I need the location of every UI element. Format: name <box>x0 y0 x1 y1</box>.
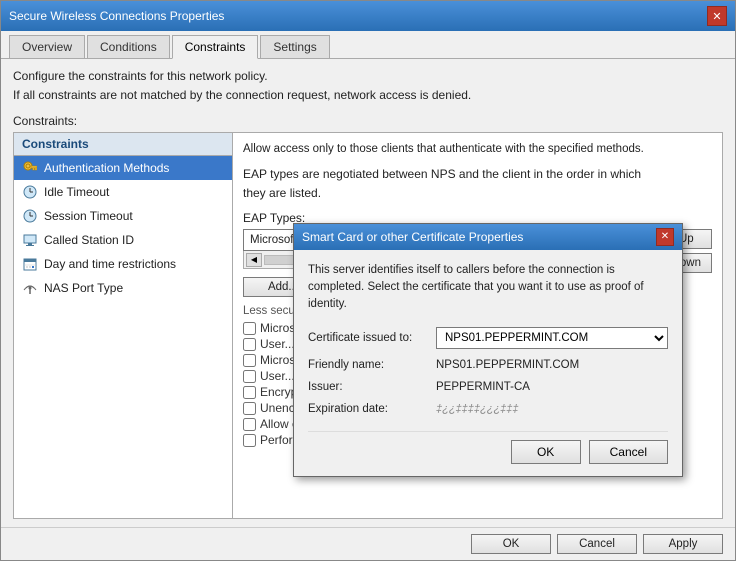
dialog-cert-issued-label: Certificate issued to: <box>308 332 428 344</box>
right-main-description: Allow access only to those clients that … <box>243 143 712 155</box>
sidebar-item-called-station[interactable]: Called Station ID <box>14 228 232 252</box>
sidebar-item-auth-methods-label: Authentication Methods <box>44 161 169 175</box>
dialog-ok-button[interactable]: OK <box>511 440 581 464</box>
dialog-friendly-name-value: NPS01.PEPPERMINT.COM <box>436 359 579 371</box>
window-title: Secure Wireless Connections Properties <box>9 9 224 23</box>
antenna-icon <box>22 280 38 296</box>
dialog-expiration-label: Expiration date: <box>308 403 428 415</box>
dialog-expiration-value: ‡¿¿‡‡‡‡¿¿¿‡‡‡ <box>436 403 519 415</box>
checkbox-ms-chap2-input[interactable] <box>243 354 256 367</box>
ok-button[interactable]: OK <box>471 534 551 554</box>
description-line1: Configure the constraints for this netwo… <box>13 69 268 83</box>
sidebar-item-day-time[interactable]: Day and time restrictions <box>14 252 232 276</box>
scroll-left-btn[interactable]: ◀ <box>246 253 262 267</box>
dialog-field-expiration: Expiration date: ‡¿¿‡‡‡‡¿¿¿‡‡‡ <box>308 403 668 415</box>
monitor-icon <box>22 232 38 248</box>
tabs-bar: Overview Conditions Constraints Settings <box>1 31 735 59</box>
apply-button[interactable]: Apply <box>643 534 723 554</box>
eap-desc-line2: they are listed. <box>243 186 321 200</box>
dialog-friendly-name-label: Friendly name: <box>308 359 428 371</box>
checkbox-perform-input[interactable] <box>243 434 256 447</box>
window-close-button[interactable]: ✕ <box>707 6 727 26</box>
title-bar: Secure Wireless Connections Properties ✕ <box>1 1 735 31</box>
sidebar-item-nas-port[interactable]: NAS Port Type <box>14 276 232 300</box>
bottom-buttons-bar: OK Cancel Apply <box>1 527 735 560</box>
checkbox-ms-chap2-user-input[interactable] <box>243 370 256 383</box>
dialog-issuer-label: Issuer: <box>308 381 428 393</box>
calendar-icon <box>22 256 38 272</box>
checkbox-unencrypt-input[interactable] <box>243 402 256 415</box>
dialog-issuer-value: PEPPERMINT-CA <box>436 381 530 393</box>
dialog-field-issuer: Issuer: PEPPERMINT-CA <box>308 381 668 393</box>
dialog-cancel-button[interactable]: Cancel <box>589 440 668 464</box>
left-panel-header: Constraints <box>14 133 232 156</box>
dialog-title-bar: Smart Card or other Certificate Properti… <box>294 224 682 250</box>
tab-conditions[interactable]: Conditions <box>87 35 170 58</box>
checkbox-ms-chap-input[interactable] <box>243 322 256 335</box>
smart-card-dialog: Smart Card or other Certificate Properti… <box>293 223 683 478</box>
left-panel: Constraints Authentication Methods <box>13 132 233 520</box>
eap-description: EAP types are negotiated between NPS and… <box>243 165 712 204</box>
sidebar-item-day-time-label: Day and time restrictions <box>44 257 176 271</box>
cancel-button[interactable]: Cancel <box>557 534 637 554</box>
dialog-buttons: OK Cancel <box>308 431 668 464</box>
main-panel: Constraints Authentication Methods <box>13 132 723 520</box>
key-icon <box>22 160 38 176</box>
sidebar-item-idle-timeout-label: Idle Timeout <box>44 185 109 199</box>
dialog-field-friendly-name: Friendly name: NPS01.PEPPERMINT.COM <box>308 359 668 371</box>
checkbox-allow-clients-input[interactable] <box>243 418 256 431</box>
dialog-description: This server identifies itself to callers… <box>308 262 668 314</box>
dialog-title: Smart Card or other Certificate Properti… <box>302 230 523 244</box>
dialog-field-cert-issued: Certificate issued to: NPS01.PEPPERMINT.… <box>308 327 668 349</box>
checkbox-ms-chap-user-input[interactable] <box>243 338 256 351</box>
main-window: Secure Wireless Connections Properties ✕… <box>0 0 736 561</box>
content-area: Configure the constraints for this netwo… <box>1 59 735 527</box>
clock-icon <box>22 184 38 200</box>
sidebar-item-called-station-label: Called Station ID <box>44 233 134 247</box>
sidebar-item-nas-port-label: NAS Port Type <box>44 281 123 295</box>
sidebar-item-session-timeout-label: Session Timeout <box>44 209 133 223</box>
sidebar-item-idle-timeout[interactable]: Idle Timeout <box>14 180 232 204</box>
tab-constraints[interactable]: Constraints <box>172 35 259 59</box>
dialog-close-button[interactable]: ✕ <box>656 228 674 246</box>
session-clock-icon <box>22 208 38 224</box>
dialog-cert-select[interactable]: NPS01.PEPPERMINT.COM <box>436 327 668 349</box>
constraints-label: Constraints: <box>13 114 723 128</box>
checkbox-encrypt-input[interactable] <box>243 386 256 399</box>
description-text: Configure the constraints for this netwo… <box>13 67 723 106</box>
right-panel: Allow access only to those clients that … <box>233 132 723 520</box>
sidebar-item-auth-methods[interactable]: Authentication Methods <box>14 156 232 180</box>
tab-settings[interactable]: Settings <box>260 35 329 58</box>
dialog-content: This server identifies itself to callers… <box>294 250 682 477</box>
eap-desc-line1: EAP types are negotiated between NPS and… <box>243 167 641 181</box>
tab-overview[interactable]: Overview <box>9 35 85 58</box>
checkbox-ms-chap-user-label: User... <box>260 337 295 351</box>
checkbox-ms-chap2-user-label: User... <box>260 369 295 383</box>
description-line2: If all constraints are not matched by th… <box>13 88 471 102</box>
sidebar-item-session-timeout[interactable]: Session Timeout <box>14 204 232 228</box>
